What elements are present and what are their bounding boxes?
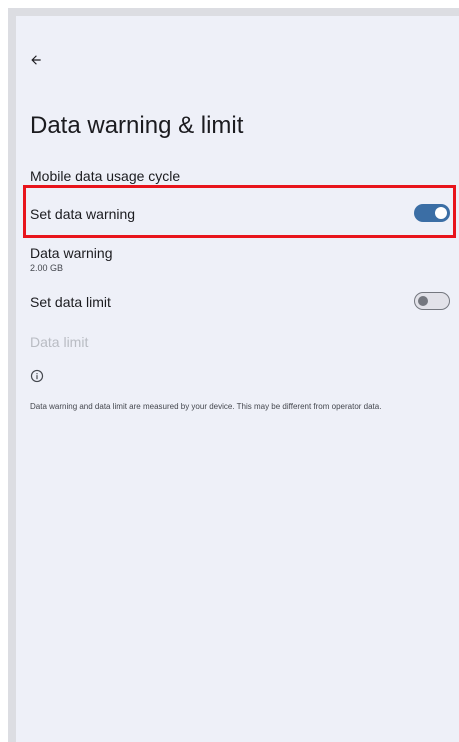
set-data-warning-item[interactable]: Set data warning — [16, 199, 459, 229]
toggle-knob — [418, 295, 428, 306]
set-data-limit-label: Set data limit — [30, 294, 111, 310]
usage-cycle-label: Mobile data usage cycle — [30, 168, 181, 184]
set-data-limit-toggle[interactable] — [414, 292, 450, 310]
set-data-warning-toggle[interactable] — [414, 204, 450, 222]
back-button[interactable] — [22, 46, 50, 74]
data-warning-label: Data warning — [30, 245, 113, 261]
data-warning-item[interactable]: Data warning 2.00 GB — [16, 240, 459, 276]
mobile-data-usage-cycle-item[interactable]: Mobile data usage cycle — [16, 161, 459, 193]
data-warning-value: 2.00 GB — [30, 263, 64, 273]
arrow-back-icon — [31, 55, 41, 65]
data-limit-item: Data limit — [16, 326, 459, 356]
data-limit-label: Data limit — [30, 334, 89, 350]
footer-note: Data warning and data limit are measured… — [30, 402, 382, 411]
settings-screen: Data warning & limit Mobile data usage c… — [16, 16, 459, 742]
info-icon — [30, 369, 44, 383]
set-data-warning-label: Set data warning — [30, 206, 136, 222]
page-title: Data warning & limit — [30, 112, 244, 139]
toggle-knob — [435, 207, 447, 219]
set-data-limit-item[interactable]: Set data limit — [16, 286, 459, 316]
